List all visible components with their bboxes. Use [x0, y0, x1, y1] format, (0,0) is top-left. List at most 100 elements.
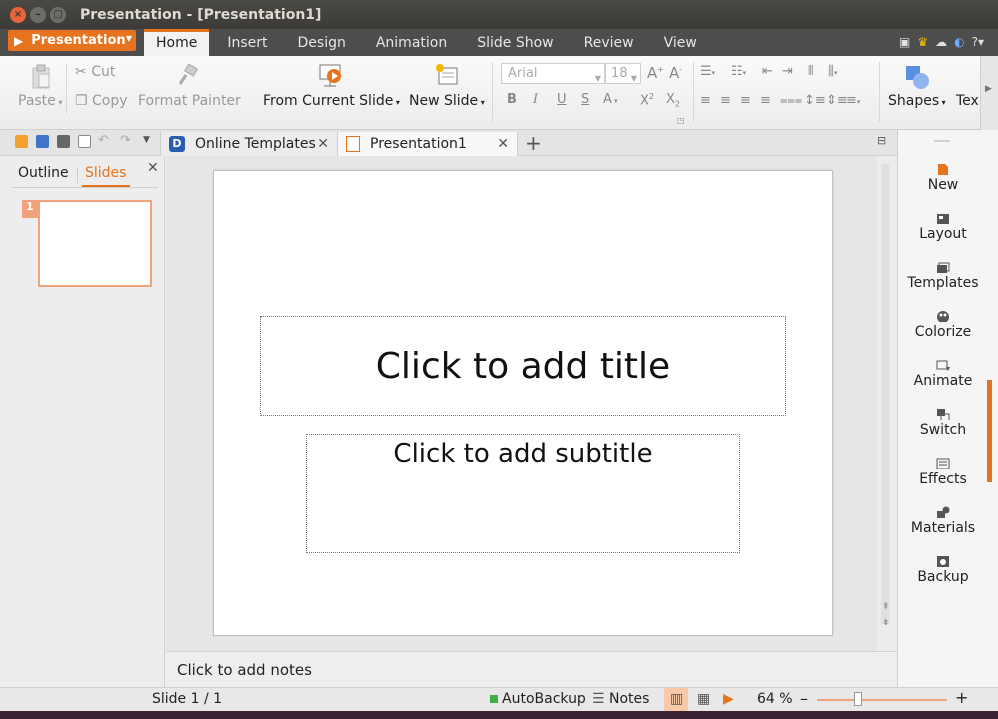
tab-slides[interactable]: Slides	[85, 165, 126, 181]
title-placeholder[interactable]: Click to add title	[260, 316, 786, 416]
quick-access-dropdown-icon[interactable]: ▼	[143, 135, 150, 145]
tab-slide-show[interactable]: Slide Show	[465, 29, 565, 56]
align-center-button[interactable]: ≡	[720, 93, 731, 108]
slideshow-button[interactable]: ▶	[723, 691, 734, 707]
subscript-button[interactable]: X2	[666, 92, 680, 109]
save-icon[interactable]	[36, 135, 49, 148]
redo-icon[interactable]: ↷	[120, 133, 131, 148]
task-layout[interactable]: Layout	[898, 212, 988, 242]
tab-presentation1[interactable]: Presentation1 ✕	[338, 132, 518, 156]
cut-button[interactable]: ✂ Cut	[75, 64, 115, 80]
cloud-icon[interactable]: ☁	[935, 35, 947, 49]
tab-outline[interactable]: Outline	[18, 165, 69, 181]
paste-button[interactable]: Paste ▾	[18, 93, 62, 109]
format-painter-button[interactable]: Format Painter	[138, 93, 241, 109]
next-slide-icon[interactable]: ⇟	[882, 618, 890, 628]
play-from-current-icon	[319, 64, 341, 87]
undo-icon[interactable]: ↶	[98, 133, 109, 148]
app-menu-button[interactable]: ▶ Presentation ▼	[8, 30, 136, 51]
zoom-out-button[interactable]: –	[800, 689, 808, 708]
zoom-slider-handle[interactable]	[854, 692, 862, 706]
slide-sorter-button[interactable]: ▦	[697, 691, 710, 707]
distribute-button[interactable]: ⩶	[780, 93, 802, 108]
align-right-button[interactable]: ≡	[740, 93, 751, 108]
close-window-button[interactable]: ×	[10, 6, 26, 23]
tab-home[interactable]: Home	[144, 29, 210, 56]
numbering-button[interactable]: ☷▾	[731, 64, 746, 79]
font-name-dropdown[interactable]: Arial ▼	[501, 63, 605, 84]
shrink-font-button[interactable]: A-	[669, 64, 682, 82]
maximize-window-button[interactable]: □	[50, 6, 66, 23]
copy-label: Copy	[92, 93, 128, 109]
tab-list-icon[interactable]: ⊟	[877, 134, 886, 147]
superscript-button[interactable]: X2	[640, 92, 654, 108]
grow-font-button[interactable]: A+	[647, 64, 664, 82]
tab-online-templates[interactable]: D Online Templates ✕	[160, 132, 338, 156]
align-left-button[interactable]: ≡	[700, 93, 711, 108]
shapes-icon	[906, 66, 929, 89]
text-direction-button[interactable]: ⫼▾	[828, 64, 838, 79]
close-tab-icon[interactable]: ✕	[317, 136, 329, 152]
new-slide-button[interactable]: New Slide ▾	[409, 93, 485, 109]
normal-view-button[interactable]: ▥	[664, 688, 688, 711]
task-colorize[interactable]: Colorize	[898, 310, 988, 340]
shapes-button[interactable]: Shapes ▾	[888, 93, 946, 109]
tab-view[interactable]: View	[652, 29, 709, 56]
copy-button[interactable]: ❐ Copy	[75, 93, 128, 109]
tab-animation[interactable]: Animation	[364, 29, 459, 56]
open-icon[interactable]	[15, 135, 28, 148]
notes-toggle-button[interactable]: ☰ Notes	[592, 691, 649, 707]
zoom-slider[interactable]	[817, 699, 947, 701]
close-tab-icon[interactable]: ✕	[497, 136, 509, 152]
sync-icon[interactable]: ◐	[954, 35, 964, 49]
font-color-button[interactable]: A ▾	[603, 92, 618, 107]
scrollbar-thumb[interactable]	[881, 164, 889, 624]
task-templates[interactable]: Templates	[898, 261, 988, 291]
templates-icon	[937, 262, 950, 273]
vertical-scrollbar[interactable]: ⇞ ⇟	[877, 156, 897, 651]
decrease-indent-button[interactable]: ⇤	[762, 64, 773, 79]
slide-thumbnail[interactable]	[38, 200, 152, 287]
task-materials[interactable]: Materials	[898, 506, 988, 536]
new-tab-button[interactable]: +	[525, 131, 542, 155]
font-dialog-launcher-icon[interactable]: ◳	[677, 116, 685, 125]
close-panel-icon[interactable]: ✕	[147, 160, 159, 176]
increase-indent-button[interactable]: ⇥	[782, 64, 793, 79]
textbox-button[interactable]: Tex	[956, 93, 979, 109]
print-icon[interactable]	[57, 135, 70, 148]
minimize-window-button[interactable]: –	[30, 6, 46, 23]
task-panel-toggle[interactable]	[987, 380, 992, 482]
task-effects[interactable]: Effects	[898, 457, 988, 487]
shirt-icon[interactable]: ♛	[917, 35, 928, 49]
subtitle-placeholder[interactable]: Click to add subtitle	[306, 434, 740, 553]
skin-icon[interactable]: ▣	[899, 35, 910, 49]
help-icon[interactable]: ?▾	[972, 35, 984, 49]
paragraph-spacing-button[interactable]: ⇕≡	[826, 93, 848, 108]
slide[interactable]: Click to add title Click to add subtitle	[213, 170, 833, 636]
task-backup[interactable]: Backup	[898, 555, 988, 585]
columns-button[interactable]: ⫴	[808, 64, 813, 79]
autobackup-button[interactable]: AutoBackup	[490, 691, 586, 707]
shadow-button[interactable]: S	[581, 92, 589, 107]
menu-right-icons: ▣ ♛ ☁ ◐ ?▾	[899, 35, 984, 49]
line-spacing-button[interactable]: ↕≡	[804, 93, 826, 108]
previous-slide-icon[interactable]: ⇞	[882, 602, 890, 612]
task-switch[interactable]: Switch	[898, 408, 988, 438]
tab-review[interactable]: Review	[572, 29, 646, 56]
vertical-align-button[interactable]: ≡▾	[846, 93, 860, 108]
task-animate[interactable]: Animate	[898, 359, 988, 389]
ribbon-scroll-right[interactable]: ▶	[980, 56, 998, 130]
zoom-in-button[interactable]: +	[955, 688, 968, 707]
italic-button[interactable]: I	[533, 92, 538, 107]
underline-button[interactable]: U	[557, 92, 567, 107]
notes-pane[interactable]: Click to add notes	[166, 651, 897, 687]
task-new[interactable]: New	[898, 163, 988, 193]
from-current-slide-button[interactable]: From Current Slide ▾	[263, 93, 400, 109]
tab-insert[interactable]: Insert	[215, 29, 279, 56]
justify-button[interactable]: ≡	[760, 93, 771, 108]
bold-button[interactable]: B	[507, 92, 517, 107]
print-preview-icon[interactable]	[78, 135, 91, 148]
bullets-button[interactable]: ☰▾	[700, 64, 715, 79]
font-size-dropdown[interactable]: 18 ▼	[605, 63, 641, 84]
tab-design[interactable]: Design	[286, 29, 358, 56]
